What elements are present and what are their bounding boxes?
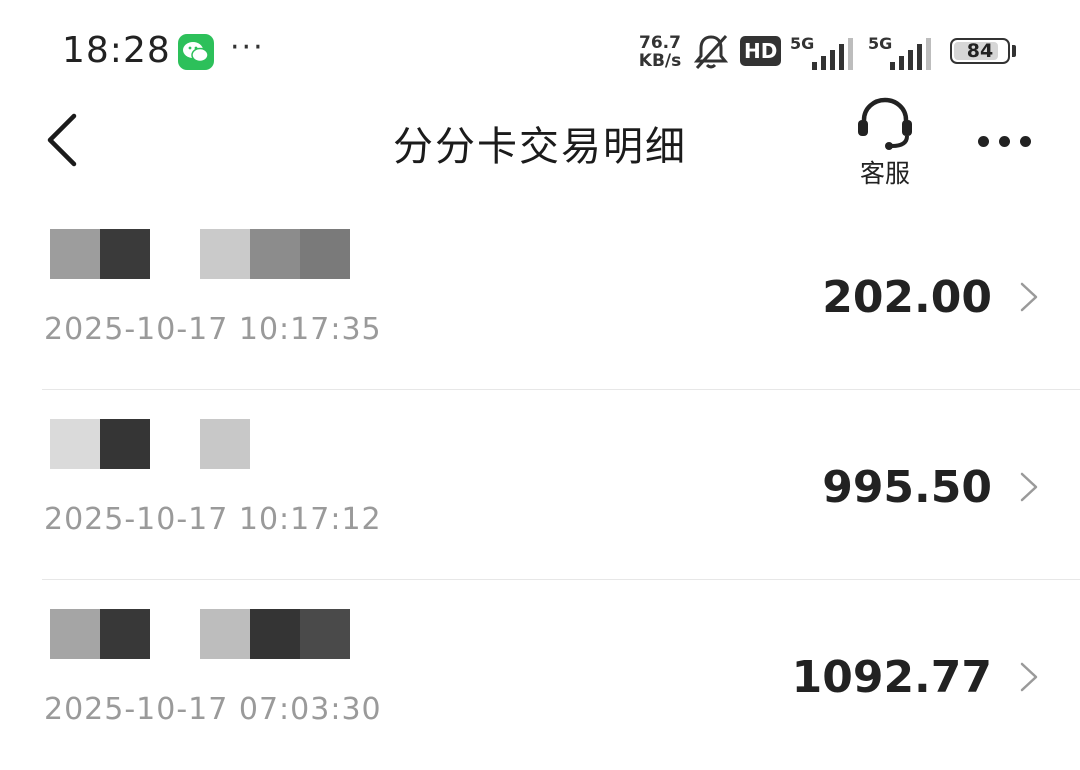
chevron-right-icon xyxy=(1020,472,1038,502)
redaction-block xyxy=(100,229,150,279)
more-dot xyxy=(1020,136,1031,147)
battery-icon: 84 xyxy=(950,38,1010,64)
battery-level: 84 xyxy=(966,40,994,62)
chevron-right-icon xyxy=(1020,662,1038,692)
redaction-block xyxy=(300,609,350,659)
transaction-datetime: 2025-10-17 07:03:30 xyxy=(44,692,382,727)
transaction-datetime: 2025-10-17 10:17:12 xyxy=(44,502,382,537)
battery-tip xyxy=(1012,45,1016,57)
transaction-datetime: 2025-10-17 10:17:35 xyxy=(44,312,382,347)
headset-icon xyxy=(858,97,912,150)
customer-service-label: 客服 xyxy=(859,159,910,188)
transaction-amount: 202.00 xyxy=(822,272,992,323)
redaction-block xyxy=(50,419,100,469)
back-button[interactable] xyxy=(40,110,90,170)
network-speed-value: 76.7 xyxy=(639,33,681,53)
signal-bars-icon xyxy=(812,38,853,70)
status-time: 18:28 xyxy=(62,30,171,71)
more-dot xyxy=(978,136,989,147)
transaction-row[interactable]: 2025-10-17 10:17:35 202.00 xyxy=(0,200,1080,390)
redaction-block xyxy=(200,609,250,659)
redaction-block xyxy=(200,419,250,469)
redaction-block xyxy=(300,229,350,279)
signal-bars-icon xyxy=(890,38,931,70)
redaction-block xyxy=(250,609,300,659)
hd-badge-label: HD xyxy=(744,39,778,63)
transaction-list: 2025-10-17 10:17:35 202.00 2025-10-17 10… xyxy=(0,200,1080,770)
redaction-block xyxy=(50,609,100,659)
transaction-row[interactable]: 2025-10-17 07:03:30 1092.77 xyxy=(0,580,1080,770)
redaction-block xyxy=(50,229,100,279)
redaction-block xyxy=(100,419,150,469)
redaction-block xyxy=(200,229,250,279)
more-options-button[interactable] xyxy=(972,112,1038,168)
transaction-amount: 1092.77 xyxy=(791,652,992,703)
page-title: 分分卡交易明细 xyxy=(393,124,687,170)
network-speed: 76.7 KB/s xyxy=(634,34,686,70)
transaction-row[interactable]: 2025-10-17 10:17:12 995.50 xyxy=(0,390,1080,580)
status-bar: 18:28 ··· 76.7 KB/s HD 5G 5G 84 xyxy=(0,0,1080,100)
wechat-icon xyxy=(178,34,214,70)
bell-muted-icon xyxy=(692,32,730,76)
redaction-block xyxy=(250,229,300,279)
notification-more-icon: ··· xyxy=(230,30,265,65)
more-dot xyxy=(999,136,1010,147)
redaction-block xyxy=(100,609,150,659)
transaction-amount: 995.50 xyxy=(822,462,992,513)
hd-voice-badge: HD xyxy=(740,36,782,66)
customer-service-button[interactable]: 客服 xyxy=(848,96,922,188)
chevron-left-icon xyxy=(47,113,77,167)
network-speed-unit: KB/s xyxy=(638,51,682,71)
chevron-right-icon xyxy=(1020,282,1038,312)
